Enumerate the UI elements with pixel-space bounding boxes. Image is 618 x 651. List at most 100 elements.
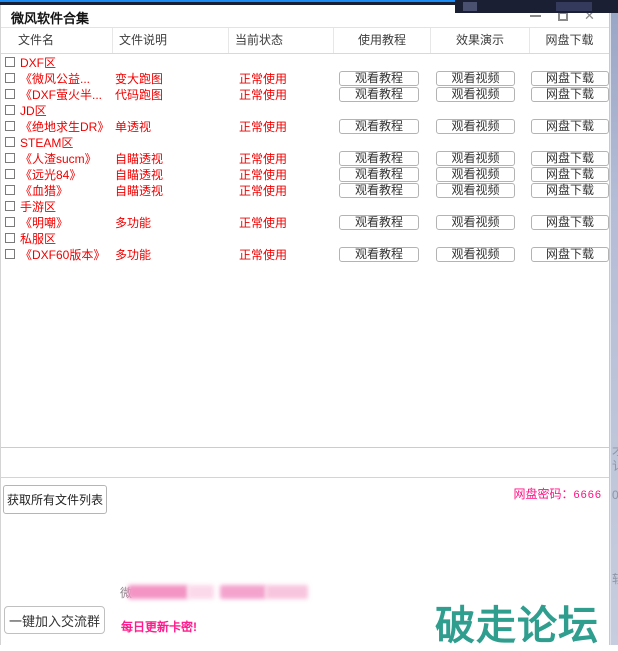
- file-desc: 自瞄透视: [115, 151, 164, 166]
- file-desc: 多功能: [115, 247, 152, 262]
- file-desc: 变大跑图: [115, 71, 164, 86]
- row-checkbox[interactable]: [5, 217, 15, 227]
- window-title: 微风软件合集: [11, 11, 90, 26]
- table-row: DXF区: [1, 54, 609, 70]
- file-table: 文件名 文件说明 当前状态 使用教程 效果演示 网盘下载 DXF区 《微风公益.…: [1, 27, 609, 448]
- table-row: STEAM区: [1, 134, 609, 150]
- pan-download-button[interactable]: 网盘下载: [531, 70, 609, 86]
- pan-download-button[interactable]: 网盘下载: [531, 166, 609, 182]
- file-name: 《微风公益...: [20, 71, 91, 86]
- watch-video-button[interactable]: 观看视频: [436, 214, 515, 230]
- row-checkbox[interactable]: [5, 105, 15, 115]
- redacted-contact-line: 微: [120, 583, 309, 601]
- table-row: 《绝地求生DR》 单透视 正常使用 观看教程 观看视频 网盘下载: [1, 118, 609, 134]
- row-checkbox[interactable]: [5, 137, 15, 147]
- row-checkbox[interactable]: [5, 233, 15, 243]
- pan-password-value: 6666: [573, 489, 602, 501]
- file-name: 手游区: [20, 199, 57, 214]
- row-checkbox[interactable]: [5, 57, 15, 67]
- pan-download-button[interactable]: 网盘下载: [531, 150, 609, 166]
- redacted-blur-block: [128, 585, 189, 599]
- column-header-status: 当前状态: [229, 28, 334, 53]
- get-all-files-button[interactable]: 获取所有文件列表: [3, 485, 107, 514]
- watch-tutorial-button[interactable]: 观看教程: [339, 118, 419, 134]
- app-window: 微风软件合集 ✕ 文件名 文件说明 当前状态 使用教程 效果演示 网盘下载 DX…: [0, 5, 610, 648]
- watch-video-button[interactable]: 观看视频: [436, 166, 515, 182]
- row-checkbox[interactable]: [5, 185, 15, 195]
- pan-download-button[interactable]: 网盘下载: [531, 182, 609, 198]
- pan-password-label: 网盘密码：: [513, 487, 574, 501]
- file-desc: 自瞄透视: [115, 183, 164, 198]
- file-name: 《人渣sucm》: [20, 151, 97, 166]
- file-status: 正常使用: [239, 151, 288, 166]
- row-checkbox[interactable]: [5, 201, 15, 211]
- pan-password-line: 网盘密码：6666: [514, 485, 603, 502]
- redacted-blur-block: [266, 585, 309, 599]
- pan-download-button[interactable]: 网盘下载: [531, 246, 609, 262]
- watch-video-button[interactable]: 观看视频: [436, 86, 515, 102]
- background-window-right-sliver: 才 讠 0 软: [610, 13, 618, 645]
- file-desc: 多功能: [115, 215, 152, 230]
- watch-tutorial-button[interactable]: 观看教程: [339, 70, 419, 86]
- pan-download-button[interactable]: 网盘下载: [531, 86, 609, 102]
- watch-video-button[interactable]: 观看视频: [436, 182, 515, 198]
- table-row: JD区: [1, 102, 609, 118]
- watch-video-button[interactable]: 观看视频: [436, 246, 515, 262]
- file-name: STEAM区: [20, 135, 74, 150]
- redacted-blur-block: [220, 585, 267, 599]
- row-checkbox[interactable]: [5, 73, 15, 83]
- join-group-button[interactable]: 一键加入交流群: [4, 606, 105, 634]
- row-checkbox[interactable]: [5, 153, 15, 163]
- file-name: JD区: [20, 103, 47, 118]
- table-row: 《DXF60版本》 多功能 正常使用 观看教程 观看视频 网盘下载: [1, 246, 609, 262]
- watch-video-button[interactable]: 观看视频: [436, 118, 515, 134]
- row-checkbox[interactable]: [5, 249, 15, 259]
- table-row: 《远光84》 自瞄透视 正常使用 观看教程 观看视频 网盘下载: [1, 166, 609, 182]
- watch-tutorial-button[interactable]: 观看教程: [339, 150, 419, 166]
- file-desc: 代码跑图: [115, 87, 164, 102]
- background-window-tab: [556, 2, 592, 11]
- watch-tutorial-button[interactable]: 观看教程: [339, 166, 419, 182]
- file-name: 私服区: [20, 231, 57, 246]
- watch-tutorial-button[interactable]: 观看教程: [339, 86, 419, 102]
- watch-tutorial-button[interactable]: 观看教程: [339, 214, 419, 230]
- forum-watermark: 破走论坛: [435, 604, 599, 648]
- daily-update-text: 每日更新卡密!: [121, 620, 197, 634]
- table-row: 《人渣sucm》 自瞄透视 正常使用 观看教程 观看视频 网盘下载: [1, 150, 609, 166]
- column-header-download: 网盘下载: [545, 33, 594, 47]
- background-window-corner: [455, 0, 618, 13]
- file-status: 正常使用: [239, 119, 288, 134]
- column-header-demo: 效果演示: [431, 28, 530, 53]
- watch-tutorial-button[interactable]: 观看教程: [339, 182, 419, 198]
- clipped-text-fragment: 才: [612, 445, 618, 457]
- file-name: DXF区: [20, 55, 57, 70]
- column-header-tutorial: 使用教程: [334, 28, 431, 53]
- file-status: 正常使用: [239, 247, 288, 262]
- file-desc: 单透视: [115, 119, 152, 134]
- pan-download-button[interactable]: 网盘下载: [531, 214, 609, 230]
- watch-video-button[interactable]: 观看视频: [436, 150, 515, 166]
- table-row: 《微风公益... 变大跑图 正常使用 观看教程 观看视频 网盘下载: [1, 70, 609, 86]
- file-status: 正常使用: [239, 183, 288, 198]
- pan-download-button[interactable]: 网盘下载: [531, 118, 609, 134]
- file-name: 《血猎》: [20, 183, 69, 198]
- table-body: DXF区 《微风公益... 变大跑图 正常使用 观看教程 观看视频 网盘下载 《…: [1, 54, 609, 262]
- table-row: 《DXF萤火半... 代码跑图 正常使用 观看教程 观看视频 网盘下载: [1, 86, 609, 102]
- watch-tutorial-button[interactable]: 观看教程: [339, 246, 419, 262]
- file-desc: 自瞄透视: [115, 167, 164, 182]
- empty-list-strip: [1, 448, 609, 478]
- table-row: 《明嘲》 多功能 正常使用 观看教程 观看视频 网盘下载: [1, 214, 609, 230]
- row-checkbox[interactable]: [5, 121, 15, 131]
- file-name: 《明嘲》: [20, 215, 69, 230]
- table-header: 文件名 文件说明 当前状态 使用教程 效果演示 网盘下载: [1, 28, 609, 54]
- file-name: 《DXF60版本》: [20, 247, 106, 262]
- watch-video-button[interactable]: 观看视频: [436, 70, 515, 86]
- table-row: 《血猎》 自瞄透视 正常使用 观看教程 观看视频 网盘下载: [1, 182, 609, 198]
- table-row: 私服区: [1, 230, 609, 246]
- row-checkbox[interactable]: [5, 169, 15, 179]
- file-status: 正常使用: [239, 167, 288, 182]
- column-header-filename: 文件名: [1, 28, 113, 53]
- file-name: 《绝地求生DR》: [20, 119, 110, 134]
- file-name: 《远光84》: [20, 167, 82, 182]
- row-checkbox[interactable]: [5, 89, 15, 99]
